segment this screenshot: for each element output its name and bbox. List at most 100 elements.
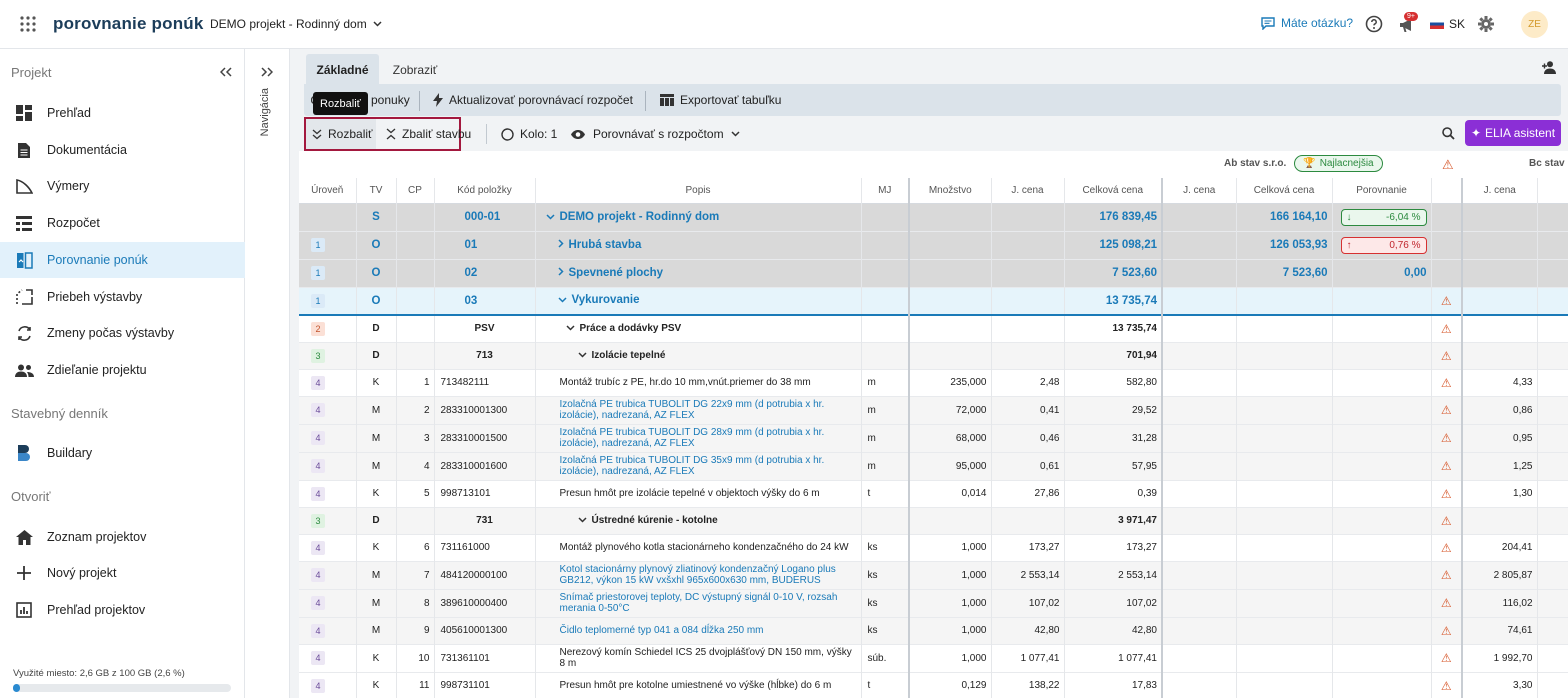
col-header[interactable]: CP [396,178,435,203]
col-header[interactable]: J. cena [1162,178,1237,203]
search-icon[interactable] [1440,125,1456,141]
table-row[interactable]: 1 O 02 Spevnené plochy 7 523,60 7 523,60 0,00 [299,259,1568,287]
tab-label: Základné [316,62,369,77]
trophy-icon: 🏆 [1303,158,1316,169]
table-row[interactable]: 2 D PSV Práce a dodávky PSV 13 735,74 ⚠ [299,315,1568,342]
chevron-down-icon[interactable] [565,323,575,334]
description-cell[interactable]: Práce a dodávky PSV [535,315,862,342]
description-cell[interactable]: Izolačná PE trubica TUBOLIT DG 28x9 mm (… [535,424,862,452]
chevron-right-icon[interactable] [557,239,564,251]
description-cell[interactable]: Izolácie tepelné [535,342,862,369]
table-row[interactable]: 4 K 6 731161000 Montáž plynového kotla staci… [299,534,1568,561]
sidebar-item-priebeh-vystavby[interactable]: Priebeh výstavby [0,279,245,315]
table-row[interactable]: 3 D 713 Izolácie tepelné 701,94 ⚠ [299,342,1568,369]
col-header[interactable]: Porovnanie [1332,178,1432,203]
sidebar-item-prehlad-projektov[interactable]: Prehľad projektov [0,592,245,628]
sidebar-item-zmeny[interactable]: Zmeny počas výstavby [0,315,245,351]
question-icon[interactable] [1364,14,1384,34]
description-cell[interactable]: Presun hmôt pre izolácie tepelné v objek… [535,480,862,507]
compare-budget-dropdown[interactable]: Porovnávať s rozpočtom [570,126,740,142]
table-row[interactable]: 4 M 3 283310001500 Izolačná PE trubica TUBOL… [299,424,1568,452]
avatar[interactable]: ZE [1521,11,1548,38]
export-table-button[interactable]: Exportovať tabuľku [660,91,781,109]
table-row[interactable]: 1 O 01 Hrubá stavba 125 098,21 126 053,93 ↑ 0,7… [299,231,1568,259]
col-header[interactable]: Celková cena [1064,178,1163,203]
quantity-cell-text: 1,000 [961,652,987,664]
project-selector[interactable]: DEMO projekt - Rodinný dom [210,17,382,31]
collapse-button[interactable]: Zbaliť stavbu [386,119,471,149]
description-cell[interactable]: DEMO projekt - Rodinný dom [535,203,862,231]
description-cell[interactable]: Čidlo teplomerné typ 041 a 084 dĺžka 250… [535,617,862,644]
table-row[interactable]: S 000-01 DEMO projekt - Rodinný dom 176 839… [299,203,1568,231]
type-cell: K [356,672,397,698]
col-header[interactable]: Množstvo [909,178,992,203]
description-cell[interactable]: Hrubá stavba [535,231,862,259]
apps-grid-icon[interactable] [18,14,38,34]
sidebar-item-novy-projekt[interactable]: Nový projekt [0,555,245,591]
update-budget-button[interactable]: Aktualizovať porovnávací rozpočet [433,91,633,109]
description-cell[interactable]: Izolačná PE trubica TUBOLIT DG 22x9 mm (… [535,396,862,424]
col-header[interactable]: Kód položky [434,178,536,203]
table-row[interactable]: 4 K 11 998731101 Presun hmôt pre kotolne umi… [299,672,1568,698]
collapse-sidebar-icon[interactable] [218,64,234,80]
description-cell[interactable]: Kotol stacionárny plynový zliatinový kon… [535,561,862,589]
sidebar-item-dokumentacia[interactable]: Dokumentácia [0,132,245,168]
description-cell[interactable]: Spevnené plochy [535,259,862,287]
sidebar-item-porovnanie-ponuk[interactable]: Porovnanie ponúk [0,242,245,278]
chevron-right-icon[interactable] [557,267,564,279]
description-cell[interactable]: Nerezový komín Schiedel ICS 25 dvojplášť… [535,644,862,672]
expand-navigation-icon[interactable] [259,65,275,79]
navigation-label[interactable]: Navigácia [259,88,271,136]
col-header[interactable]: MJ [861,178,910,203]
export-table-label: Exportovať tabuľku [680,93,782,107]
sidebar-item-zoznam-projektov[interactable]: Zoznam projektov [0,519,245,555]
description-cell[interactable]: Vykurovanie [535,287,862,315]
description-cell[interactable]: Ústredné kúrenie - kotolne [535,507,862,534]
table-row[interactable]: 4 M 4 283310001600 Izolačná PE trubica TUBOL… [299,452,1568,480]
sidebar-item-vymery[interactable]: Výmery [0,168,245,204]
table-row[interactable]: 4 K 5 998713101 Presun hmôt pre izolácie tep… [299,480,1568,507]
description-cell[interactable]: Montáž trubíc z PE, hr.do 10 mm,vnút.pri… [535,369,862,396]
table-row[interactable]: 4 M 7 484120000100 Kotol stacionárny plynový… [299,561,1568,589]
col-header[interactable]: TV [356,178,397,203]
description-cell[interactable]: Presun hmôt pre kotolne umiestnené vo vý… [535,672,862,698]
chevron-down-icon[interactable] [577,350,587,361]
gear-icon[interactable] [1476,14,1496,34]
collapse-icon [386,128,396,140]
add-user-icon[interactable] [1540,59,1558,75]
table-row[interactable]: 4 M 9 405610001300 Čidlo teplomerné typ 041 … [299,617,1568,644]
tab-zakladne[interactable]: Základné [306,54,379,85]
col-header[interactable]: J. cena [1462,178,1538,203]
round-selector[interactable]: Kolo: 1 [501,126,557,142]
help-link[interactable]: Máte otázku? [1261,16,1353,30]
table-row[interactable]: 4 M 2 283310001300 Izolačná PE trubica TUBOL… [299,396,1568,424]
chevron-down-icon[interactable] [577,515,587,526]
col-header[interactable]: Celková cena [1236,178,1333,203]
table-row[interactable]: 4 M 8 389610000400 Snímač priestorovej teplo… [299,589,1568,617]
total-price-cell-text: 29,52 [1131,404,1157,416]
total-price-cell-text: 17,83 [1131,680,1157,691]
sidebar-item-buildary[interactable]: Buildary [0,435,245,471]
table-row[interactable]: 1 O 03 Vykurovanie 13 735,74 ⚠ [299,287,1568,315]
description-cell[interactable]: Montáž plynového kotla stacionárneho kon… [535,534,862,561]
col-header[interactable]: Popis [535,178,862,203]
col-header[interactable]: Úroveň [299,178,357,203]
table-row[interactable]: 4 K 1 713482111 Montáž trubíc z PE, hr.do 10… [299,369,1568,396]
sidebar-item-label: Zmeny počas výstavby [47,326,175,340]
sidebar-item-prehlad[interactable]: Prehľad [0,95,245,131]
table-row[interactable]: 4 K 10 731361101 Nerezový komín Schiedel ICS… [299,644,1568,672]
chevron-down-icon[interactable] [557,295,567,306]
sidebar-item-rozpocet[interactable]: Rozpočet [0,205,245,241]
table-row[interactable]: 3 D 731 Ústredné kúrenie - kotolne 3 971,47 ⚠ [299,507,1568,534]
chevron-down-icon[interactable] [545,212,555,223]
elia-assistant-button[interactable]: ✦ ELIA asistent [1465,120,1561,146]
sidebar-item-zdielanie[interactable]: Zdieľanie projektu [0,352,245,388]
expand-button[interactable]: Rozbaliť [306,119,376,149]
language-selector[interactable]: SK [1430,17,1465,31]
description-cell[interactable]: Izolačná PE trubica TUBOLIT DG 35x9 mm (… [535,452,862,480]
description-cell[interactable]: Snímač priestorovej teploty, DC výstupný… [535,589,862,617]
warning-icon: ⚠ [1440,375,1452,390]
tab-zobrazit[interactable]: Zobraziť [383,54,447,85]
offer2-unit-price-cell: 3,30 [1462,672,1538,698]
col-header[interactable]: J. cena [991,178,1065,203]
